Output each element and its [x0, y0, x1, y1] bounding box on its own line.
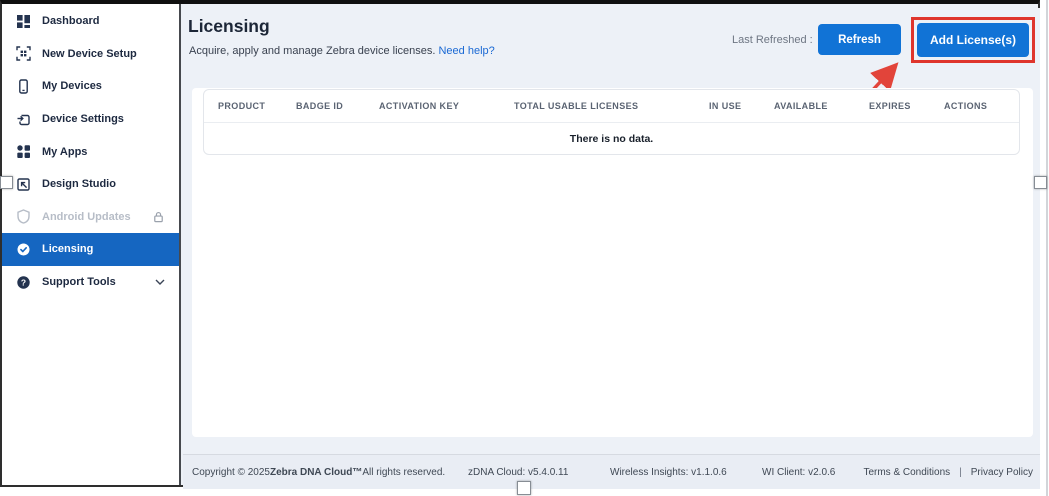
empty-table-message: There is no data. — [204, 123, 1019, 154]
column-header-expires: EXPIRES — [869, 101, 944, 111]
selection-handle-bottom[interactable] — [517, 481, 531, 495]
selection-handle-left[interactable] — [0, 176, 13, 189]
svg-text:?: ? — [20, 277, 25, 287]
links-separator: | — [959, 467, 962, 478]
sidebar-item-android-updates[interactable]: Android Updates — [2, 201, 179, 234]
help-circle-icon: ? — [15, 274, 31, 290]
device-settings-icon — [15, 111, 31, 127]
sidebar-item-label: My Devices — [42, 80, 102, 92]
column-header-in-use: IN USE — [709, 101, 774, 111]
sidebar-item-label: Support Tools — [42, 276, 116, 288]
licenses-table: PRODUCT BADGE ID ACTIVATION KEY TOTAL US… — [203, 89, 1020, 155]
brand-name: Zebra DNA Cloud™ — [270, 467, 362, 478]
design-cursor-icon — [15, 176, 31, 192]
sidebar-item-licensing[interactable]: Licensing — [2, 233, 179, 266]
page-subtitle: Acquire, apply and manage Zebra device l… — [189, 45, 495, 57]
wi-client-version: WI Client: v2.0.6 — [762, 455, 835, 490]
sidebar-item-support-tools[interactable]: ? Support Tools — [2, 266, 179, 299]
refresh-button[interactable]: Refresh — [818, 24, 901, 55]
page-title: Licensing — [188, 16, 270, 37]
column-header-product: PRODUCT — [218, 101, 296, 111]
wireless-insights-version: Wireless Insights: v1.1.0.6 — [610, 455, 727, 490]
column-header-activation-key: ACTIVATION KEY — [379, 101, 514, 111]
need-help-link[interactable]: Need help? — [438, 45, 494, 57]
privacy-policy-link[interactable]: Privacy Policy — [971, 467, 1033, 478]
last-refreshed-label: Last Refreshed : — [732, 34, 813, 46]
sidebar-item-label: Licensing — [42, 243, 93, 255]
sidebar-item-label: My Apps — [42, 146, 87, 158]
annotation-highlight-box: Add License(s) — [911, 17, 1035, 63]
document-edge-line — [1046, 0, 1048, 496]
content-card: PRODUCT BADGE ID ACTIVATION KEY TOTAL US… — [192, 88, 1033, 437]
chevron-down-icon — [155, 279, 165, 285]
subtitle-text: Acquire, apply and manage Zebra device l… — [189, 45, 435, 57]
apps-grid-icon — [15, 144, 31, 160]
qr-scan-icon — [15, 46, 31, 62]
footer-links: Terms & Conditions | Privacy Policy — [863, 455, 1033, 490]
sidebar-item-my-apps[interactable]: My Apps — [2, 135, 179, 168]
table-header-row: PRODUCT BADGE ID ACTIVATION KEY TOTAL US… — [204, 90, 1019, 123]
sidebar-item-label: Android Updates — [42, 211, 131, 223]
lock-icon — [152, 210, 165, 223]
terms-conditions-link[interactable]: Terms & Conditions — [863, 467, 950, 478]
column-header-available: AVAILABLE — [774, 101, 869, 111]
column-header-actions: ACTIONS — [944, 101, 1019, 111]
sidebar-item-label: Design Studio — [42, 178, 116, 190]
smartphone-icon — [15, 78, 31, 94]
sidebar-item-new-device-setup[interactable]: New Device Setup — [2, 38, 179, 71]
sidebar-item-label: New Device Setup — [42, 48, 137, 60]
sidebar-item-label: Dashboard — [42, 15, 99, 27]
license-badge-icon — [15, 241, 31, 257]
add-licenses-button[interactable]: Add License(s) — [917, 23, 1029, 57]
dashboard-icon — [15, 13, 31, 29]
copyright-text: Copyright © 2025 Zebra DNA Cloud™ All ri… — [192, 455, 445, 490]
sidebar-item-device-settings[interactable]: Device Settings — [2, 103, 179, 136]
app-window: Dashboard New Device Setup — [0, 0, 1040, 487]
sidebar: Dashboard New Device Setup — [2, 4, 181, 485]
sidebar-item-my-devices[interactable]: My Devices — [2, 70, 179, 103]
android-shield-icon — [15, 209, 31, 225]
screenshot-canvas: Dashboard New Device Setup — [0, 0, 1049, 496]
main-content: Licensing Acquire, apply and manage Zebr… — [183, 8, 1040, 489]
footer: Copyright © 2025 Zebra DNA Cloud™ All ri… — [183, 454, 1040, 489]
sidebar-item-design-studio[interactable]: Design Studio — [2, 168, 179, 201]
selection-handle-right[interactable] — [1034, 176, 1047, 189]
sidebar-item-dashboard[interactable]: Dashboard — [2, 5, 179, 38]
sidebar-item-label: Device Settings — [42, 113, 124, 125]
column-header-badge-id: BADGE ID — [296, 101, 379, 111]
column-header-total-usable: TOTAL USABLE LICENSES — [514, 101, 709, 111]
